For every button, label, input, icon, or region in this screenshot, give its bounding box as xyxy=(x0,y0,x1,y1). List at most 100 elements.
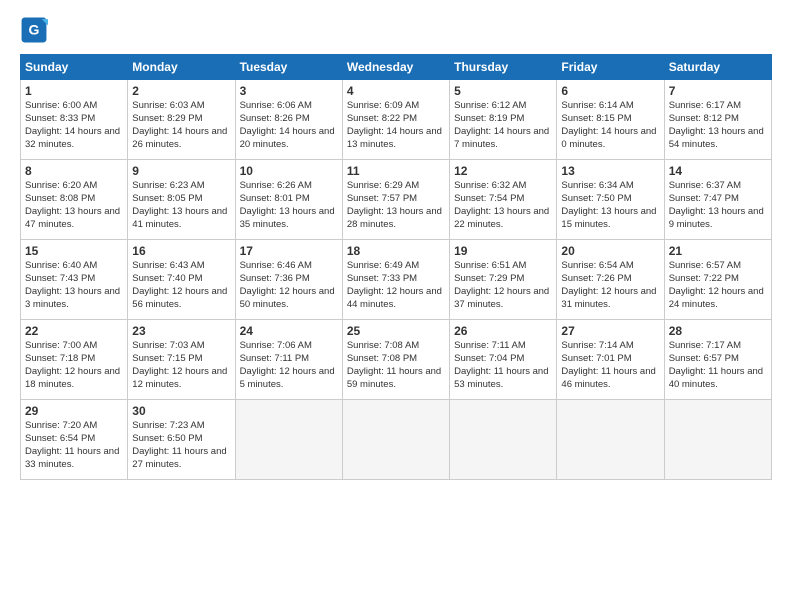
sunrise: Sunrise: 6:34 AM xyxy=(561,180,633,191)
daylight: Daylight: 12 hours and 44 minutes. xyxy=(347,286,442,310)
calendar-cell: 25Sunrise: 7:08 AMSunset: 7:08 PMDayligh… xyxy=(342,320,449,400)
sunset: Sunset: 8:22 PM xyxy=(347,113,417,124)
day-number: 21 xyxy=(669,243,767,259)
day-number: 14 xyxy=(669,163,767,179)
sunrise: Sunrise: 6:14 AM xyxy=(561,100,633,111)
calendar-cell: 9Sunrise: 6:23 AMSunset: 8:05 PMDaylight… xyxy=(128,160,235,240)
logo-icon: G xyxy=(20,16,48,44)
day-number: 16 xyxy=(132,243,230,259)
sunset: Sunset: 7:18 PM xyxy=(25,353,95,364)
daylight: Daylight: 12 hours and 24 minutes. xyxy=(669,286,764,310)
sunset: Sunset: 8:05 PM xyxy=(132,193,202,204)
sunset: Sunset: 7:04 PM xyxy=(454,353,524,364)
sunrise: Sunrise: 6:03 AM xyxy=(132,100,204,111)
sunrise: Sunrise: 6:54 AM xyxy=(561,260,633,271)
sunrise: Sunrise: 6:23 AM xyxy=(132,180,204,191)
daylight: Daylight: 12 hours and 18 minutes. xyxy=(25,366,120,390)
sunrise: Sunrise: 6:06 AM xyxy=(240,100,312,111)
sunset: Sunset: 7:15 PM xyxy=(132,353,202,364)
daylight: Daylight: 14 hours and 7 minutes. xyxy=(454,126,549,150)
sunset: Sunset: 8:15 PM xyxy=(561,113,631,124)
calendar-cell xyxy=(342,400,449,480)
calendar-cell xyxy=(450,400,557,480)
day-number: 4 xyxy=(347,83,445,99)
day-number: 5 xyxy=(454,83,552,99)
calendar-cell: 2Sunrise: 6:03 AM Sunset: 8:29 PM Daylight… xyxy=(128,80,235,160)
day-number: 24 xyxy=(240,323,338,339)
day-number: 22 xyxy=(25,323,123,339)
daylight: Daylight: 11 hours and 33 minutes. xyxy=(25,446,119,470)
day-number: 26 xyxy=(454,323,552,339)
daylight: Daylight: 14 hours and 32 minutes. xyxy=(25,126,120,150)
calendar-body: 1Sunrise: 6:00 AMSunset: 8:33 PMDaylight… xyxy=(21,80,772,480)
daylight: Daylight: 13 hours and 47 minutes. xyxy=(25,206,120,230)
sunset: Sunset: 8:29 PM xyxy=(132,113,202,124)
calendar-cell: 23Sunrise: 7:03 AMSunset: 7:15 PMDayligh… xyxy=(128,320,235,400)
calendar-cell: 12Sunrise: 6:32 AMSunset: 7:54 PMDayligh… xyxy=(450,160,557,240)
sunrise: Sunrise: 6:29 AM xyxy=(347,180,419,191)
sunset: Sunset: 6:50 PM xyxy=(132,433,202,444)
day-number: 13 xyxy=(561,163,659,179)
calendar-cell: 15Sunrise: 6:40 AMSunset: 7:43 PMDayligh… xyxy=(21,240,128,320)
day-number: 6 xyxy=(561,83,659,99)
day-number: 17 xyxy=(240,243,338,259)
sunset: Sunset: 8:01 PM xyxy=(240,193,310,204)
day-number: 1 xyxy=(25,83,123,99)
day-number: 18 xyxy=(347,243,445,259)
sunset: Sunset: 7:29 PM xyxy=(454,273,524,284)
sunrise: Sunrise: 6:46 AM xyxy=(240,260,312,271)
sunrise: Sunrise: 7:23 AM xyxy=(132,420,204,431)
calendar-cell: 20Sunrise: 6:54 AMSunset: 7:26 PMDayligh… xyxy=(557,240,664,320)
daylight: Daylight: 14 hours and 26 minutes. xyxy=(132,126,227,150)
daylight: Daylight: 11 hours and 46 minutes. xyxy=(561,366,655,390)
sunrise: Sunrise: 7:17 AM xyxy=(669,340,741,351)
calendar-cell: 4Sunrise: 6:09 AMSunset: 8:22 PMDaylight… xyxy=(342,80,449,160)
header-tuesday: Tuesday xyxy=(235,55,342,80)
daylight: Daylight: 11 hours and 53 minutes. xyxy=(454,366,548,390)
sunset: Sunset: 7:11 PM xyxy=(240,353,310,364)
sunrise: Sunrise: 7:06 AM xyxy=(240,340,312,351)
day-number: 12 xyxy=(454,163,552,179)
daylight: Daylight: 13 hours and 9 minutes. xyxy=(669,206,764,230)
header-sunday: Sunday xyxy=(21,55,128,80)
day-number: 15 xyxy=(25,243,123,259)
sunset: Sunset: 8:12 PM xyxy=(669,113,739,124)
calendar-table: SundayMondayTuesdayWednesdayThursdayFrid… xyxy=(20,54,772,480)
calendar-cell: 17Sunrise: 6:46 AMSunset: 7:36 PMDayligh… xyxy=(235,240,342,320)
day-number: 7 xyxy=(669,83,767,99)
daylight: Daylight: 13 hours and 28 minutes. xyxy=(347,206,442,230)
calendar-cell: 11Sunrise: 6:29 AMSunset: 7:57 PMDayligh… xyxy=(342,160,449,240)
sunrise: Sunrise: 6:20 AM xyxy=(25,180,97,191)
sunrise: Sunrise: 6:32 AM xyxy=(454,180,526,191)
calendar-week-3: 15Sunrise: 6:40 AMSunset: 7:43 PMDayligh… xyxy=(21,240,772,320)
daylight: Daylight: 12 hours and 31 minutes. xyxy=(561,286,656,310)
sunset: Sunset: 7:01 PM xyxy=(561,353,631,364)
sunset: Sunset: 8:33 PM xyxy=(25,113,95,124)
daylight: Daylight: 14 hours and 20 minutes. xyxy=(240,126,335,150)
sunrise: Sunrise: 6:17 AM xyxy=(669,100,741,111)
day-number: 23 xyxy=(132,323,230,339)
logo: G xyxy=(20,16,52,44)
svg-text:G: G xyxy=(29,22,40,38)
header-row: SundayMondayTuesdayWednesdayThursdayFrid… xyxy=(21,55,772,80)
day-number: 9 xyxy=(132,163,230,179)
calendar-cell: 1Sunrise: 6:00 AMSunset: 8:33 PMDaylight… xyxy=(21,80,128,160)
day-number: 28 xyxy=(669,323,767,339)
calendar-week-2: 8Sunrise: 6:20 AMSunset: 8:08 PMDaylight… xyxy=(21,160,772,240)
sunrise: Sunrise: 7:14 AM xyxy=(561,340,633,351)
sunrise: Sunrise: 7:11 AM xyxy=(454,340,526,351)
calendar-cell: 22Sunrise: 7:00 AMSunset: 7:18 PMDayligh… xyxy=(21,320,128,400)
sunset: Sunset: 7:57 PM xyxy=(347,193,417,204)
daylight: Daylight: 14 hours and 0 minutes. xyxy=(561,126,656,150)
calendar-cell: 3Sunrise: 6:06 AMSunset: 8:26 PMDaylight… xyxy=(235,80,342,160)
calendar-week-5: 29Sunrise: 7:20 AMSunset: 6:54 PMDayligh… xyxy=(21,400,772,480)
calendar-cell: 30Sunrise: 7:23 AMSunset: 6:50 PMDayligh… xyxy=(128,400,235,480)
calendar-cell: 21Sunrise: 6:57 AMSunset: 7:22 PMDayligh… xyxy=(664,240,771,320)
daylight: Daylight: 13 hours and 54 minutes. xyxy=(669,126,764,150)
sunrise: Sunrise: 6:40 AM xyxy=(25,260,97,271)
calendar-week-1: 1Sunrise: 6:00 AMSunset: 8:33 PMDaylight… xyxy=(21,80,772,160)
day-number: 2 xyxy=(132,83,230,99)
sunset: Sunset: 8:08 PM xyxy=(25,193,95,204)
calendar-cell xyxy=(664,400,771,480)
sunrise: Sunrise: 7:03 AM xyxy=(132,340,204,351)
